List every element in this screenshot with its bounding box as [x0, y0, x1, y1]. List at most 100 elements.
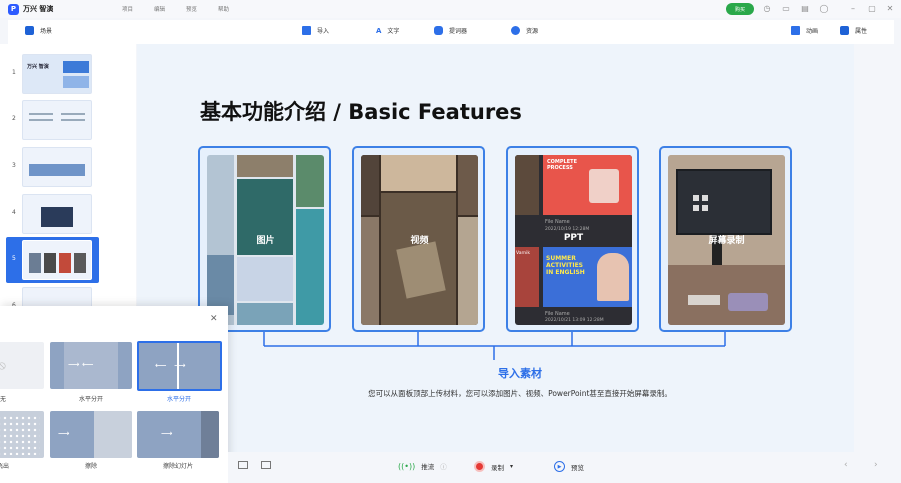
- properties-icon: [840, 26, 849, 35]
- slide-thumbnail-3[interactable]: [22, 147, 92, 187]
- transition-fly-out[interactable]: [0, 411, 44, 458]
- user-icon[interactable]: ◯: [819, 4, 829, 14]
- feedback-icon[interactable]: ▤: [800, 4, 810, 14]
- transition-split-horizontal-1[interactable]: ⟶ ⟵: [50, 342, 132, 389]
- card-label-videos: 视频: [410, 236, 429, 246]
- screen-icon[interactable]: [238, 461, 248, 469]
- record-label: 录制: [491, 463, 504, 472]
- import-button[interactable]: 导入: [302, 26, 329, 35]
- animation-button[interactable]: 动画: [791, 26, 818, 35]
- chevron-right-icon[interactable]: ›: [874, 460, 878, 470]
- close-icon[interactable]: ✕: [885, 4, 895, 14]
- slide-thumb-title: 万兴 智演: [27, 64, 49, 70]
- slide-number: 5: [12, 255, 16, 262]
- arrow-icon: ⟶ ⟵: [68, 360, 94, 369]
- text-icon: A: [376, 26, 382, 35]
- vip-label: 购买: [734, 6, 745, 13]
- menu-preview[interactable]: 预览: [186, 5, 197, 13]
- transition-label-selected: 水平分开: [166, 396, 191, 403]
- ppt-file-name-2: File Name: [545, 311, 570, 317]
- card-videos[interactable]: 视频: [352, 146, 485, 332]
- message-icon[interactable]: ▭: [781, 4, 791, 14]
- slide-number: 2: [12, 115, 16, 122]
- stream-button[interactable]: ((•)) 推流 ⓘ: [398, 461, 447, 472]
- chevron-down-icon: ▾: [510, 463, 514, 470]
- arrow-icon: ⟶: [161, 429, 173, 438]
- maximize-icon[interactable]: ▢: [867, 4, 877, 14]
- transition-wipe[interactable]: ⟶: [50, 411, 132, 458]
- bottom-bar: ((•)) 推流 ⓘ 录制 ▾ ▶ 预览 ‹ ›: [228, 452, 901, 483]
- slide-number: 1: [12, 69, 16, 76]
- preview-button[interactable]: ▶ 预览: [554, 461, 584, 472]
- slide-number: 4: [12, 209, 16, 216]
- slide-thumbnail-5[interactable]: [22, 240, 92, 280]
- slide-thumbnail-2[interactable]: [22, 100, 92, 140]
- ppt-date-1: 2022/10/19 12:28M: [545, 227, 590, 232]
- transition-none[interactable]: ⦸: [0, 342, 44, 389]
- ppt-varnik: Varnik: [516, 251, 530, 256]
- info-icon: ⓘ: [440, 463, 447, 471]
- teleprompter-button[interactable]: 提词器: [434, 26, 467, 35]
- card-images[interactable]: 图片: [198, 146, 331, 332]
- text-button[interactable]: A 文字: [376, 26, 400, 36]
- teleprompter-label: 提词器: [449, 28, 468, 35]
- card-label-ppt: PPT: [563, 233, 584, 243]
- card-ppt[interactable]: COMPLETE PROCESS File Name 2022/10/19 12…: [506, 146, 639, 332]
- scenes-label: 场景: [40, 28, 53, 35]
- close-icon[interactable]: ✕: [210, 314, 218, 324]
- slide-title[interactable]: 基本功能介绍 / Basic Features: [200, 96, 522, 126]
- transition-label: 擦除: [84, 463, 97, 470]
- no-entry-icon: ⦸: [0, 358, 6, 372]
- card-label-screen-record: 屏幕录制: [708, 236, 745, 246]
- record-button[interactable]: 录制 ▾: [474, 461, 513, 472]
- slide-thumbnail-1[interactable]: 万兴 智演: [22, 54, 92, 94]
- slide-panel: 1 万兴 智演 2 3 4 5 6: [0, 44, 136, 327]
- slide-number: 3: [12, 162, 16, 169]
- animation-icon: [791, 26, 800, 35]
- transition-label: 无: [0, 396, 6, 403]
- clock-icon[interactable]: ◷: [762, 4, 772, 14]
- record-icon: [474, 461, 485, 472]
- chevron-left-icon[interactable]: ‹: [844, 460, 848, 470]
- properties-button[interactable]: 属性: [840, 26, 867, 35]
- stream-icon: ((•)): [398, 461, 416, 471]
- app-name: 万兴 智演: [23, 5, 54, 13]
- transition-label: 水平分开: [78, 396, 103, 403]
- arrow-icon: ⟵ ⟶: [155, 361, 186, 370]
- slide-thumbnail-4[interactable]: [22, 194, 92, 234]
- card-screen-record[interactable]: 屏幕录制: [659, 146, 792, 332]
- menu-edit[interactable]: 编辑: [154, 5, 165, 13]
- animation-label: 动画: [806, 28, 819, 35]
- ppt-complete-text: COMPLETE PROCESS: [547, 159, 577, 171]
- connector-lines: [263, 332, 726, 360]
- scenes-button[interactable]: 场景: [25, 26, 52, 35]
- transition-split-horizontal-2[interactable]: ⟵ ⟶: [137, 341, 222, 391]
- vip-button[interactable]: 购买: [726, 3, 754, 15]
- arrow-icon: ⟶: [58, 429, 70, 438]
- menu-project[interactable]: 项目: [122, 5, 133, 13]
- resources-label: 资源: [526, 28, 539, 35]
- menu-help[interactable]: 帮助: [218, 5, 229, 13]
- minimize-icon[interactable]: –: [848, 4, 858, 14]
- preview-label: 预览: [571, 463, 584, 472]
- resources-icon: [511, 26, 520, 35]
- transition-panel: ✕ ⦸ 无 ⟶ ⟵ 水平分开 ⟵ ⟶ 水平分开 飞出 ⟶ 擦除 ⟶ 擦除幻灯片: [0, 306, 228, 483]
- ppt-file-name-1: File Name: [545, 219, 570, 225]
- title-bar: P 万兴 智演 项目 编辑 预览 帮助 购买 ◷ ▭ ▤ ◯ – ▢ ✕: [0, 0, 901, 18]
- import-tool-label: 导入: [317, 28, 330, 35]
- app-logo: P: [8, 3, 19, 15]
- card-label-images: 图片: [256, 236, 275, 246]
- transition-wipe-slide[interactable]: ⟶: [137, 411, 219, 458]
- ppt-date-2: 2022/10/21 13:09 12:28M: [545, 318, 604, 323]
- stream-label: 推流: [421, 463, 435, 471]
- transition-label: 擦除幻灯片: [162, 463, 193, 470]
- resources-button[interactable]: 资源: [511, 26, 538, 35]
- scenes-icon: [25, 26, 34, 35]
- teleprompter-icon: [434, 26, 443, 35]
- ppt-summer-text: SUMMER ACTIVITIES IN ENGLISH: [546, 255, 585, 276]
- import-icon: [302, 26, 311, 35]
- transition-label: 飞出: [0, 463, 9, 470]
- text-tool-label: 文字: [387, 28, 400, 35]
- toolbar: 场景 导入 A 文字 提词器 资源 动画 属性: [8, 20, 894, 44]
- image-icon[interactable]: [261, 461, 271, 469]
